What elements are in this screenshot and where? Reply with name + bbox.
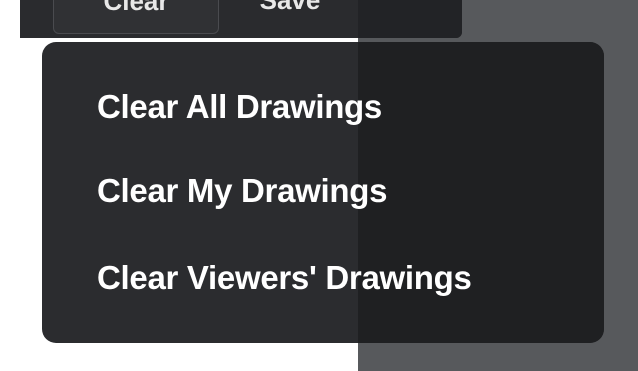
- clear-dropdown-menu: Clear All Drawings Clear My Drawings Cle…: [42, 42, 604, 343]
- menu-item-clear-my-drawings[interactable]: Clear My Drawings: [42, 161, 604, 221]
- menu-item-label: Clear My Drawings: [97, 172, 388, 209]
- annotation-toolbar: Clear Save: [20, 0, 462, 38]
- menu-item-clear-viewers-drawings[interactable]: Clear Viewers' Drawings: [42, 248, 604, 308]
- menu-item-label: Clear All Drawings: [97, 88, 382, 125]
- toolbar-right-section: [358, 0, 462, 38]
- menu-item-clear-all-drawings[interactable]: Clear All Drawings: [42, 77, 604, 137]
- menu-item-label: Clear Viewers' Drawings: [97, 259, 472, 296]
- clear-button[interactable]: Clear: [53, 0, 219, 34]
- save-button[interactable]: Save: [230, 0, 350, 32]
